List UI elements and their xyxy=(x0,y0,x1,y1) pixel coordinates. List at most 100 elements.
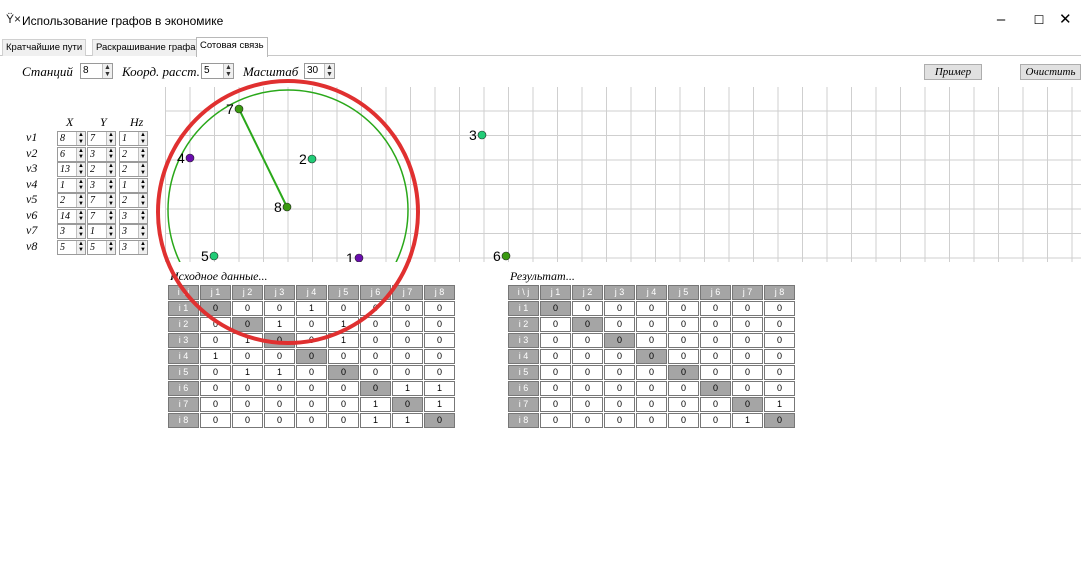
coord-x-stepper[interactable]: 2 ▲ ▼ xyxy=(57,193,86,208)
spin-arrows-icon[interactable]: ▲ ▼ xyxy=(76,240,85,254)
matrix-cell[interactable]: 0 xyxy=(700,397,731,412)
matrix-cell[interactable]: 0 xyxy=(732,349,763,364)
coord-x-stepper[interactable]: 5 ▲ ▼ xyxy=(57,239,86,255)
matrix-cell[interactable]: 0 xyxy=(200,397,231,412)
coord-hz-stepper[interactable]: 3 ▲ ▼ xyxy=(119,239,148,255)
matrix-cell[interactable]: 0 xyxy=(264,381,295,396)
matrix-cell[interactable]: 0 xyxy=(296,317,327,332)
matrix-cell[interactable]: 0 xyxy=(232,381,263,396)
matrix-cell[interactable]: 0 xyxy=(604,397,635,412)
spin-arrows-icon[interactable]: ▲ ▼ xyxy=(76,178,85,192)
spin-arrows-icon[interactable]: ▲ ▼ xyxy=(223,64,233,78)
spin-arrows-icon[interactable]: ▲ ▼ xyxy=(324,64,334,78)
matrix-cell[interactable]: 1 xyxy=(764,397,795,412)
matrix-cell[interactable]: 0 xyxy=(296,413,327,428)
matrix-cell[interactable]: 0 xyxy=(572,365,603,380)
spin-arrows-icon[interactable]: ▲ ▼ xyxy=(76,147,85,161)
matrix-cell[interactable]: 0 xyxy=(764,301,795,316)
matrix-cell[interactable]: 0 xyxy=(392,333,423,348)
matrix-cell[interactable]: 0 xyxy=(636,349,667,364)
matrix-cell[interactable]: 1 xyxy=(264,365,295,380)
matrix-cell[interactable]: 0 xyxy=(764,317,795,332)
matrix-cell[interactable]: 1 xyxy=(732,413,763,428)
matrix-cell[interactable]: 0 xyxy=(264,333,295,348)
matrix-cell[interactable]: 0 xyxy=(232,301,263,316)
minimize-button[interactable]: – xyxy=(983,6,1019,34)
matrix-cell[interactable]: 0 xyxy=(328,413,359,428)
matrix-cell[interactable]: 0 xyxy=(604,365,635,380)
matrix-cell[interactable]: 0 xyxy=(636,397,667,412)
matrix-cell[interactable]: 0 xyxy=(668,365,699,380)
matrix-cell[interactable]: 0 xyxy=(424,301,455,316)
clear-button[interactable]: Очистить xyxy=(1020,64,1081,80)
spin-arrows-icon[interactable]: ▲ ▼ xyxy=(138,178,147,192)
matrix-cell[interactable]: 1 xyxy=(296,301,327,316)
matrix-cell[interactable]: 1 xyxy=(328,317,359,332)
coord-x-stepper[interactable]: 3 ▲ ▼ xyxy=(57,224,86,239)
matrix-cell[interactable]: 0 xyxy=(392,349,423,364)
spin-arrows-icon[interactable]: ▲ ▼ xyxy=(106,178,115,192)
matrix-cell[interactable]: 0 xyxy=(296,349,327,364)
coord-y-stepper[interactable]: 7 ▲ ▼ xyxy=(87,193,116,208)
coord-hz-stepper[interactable]: 1 ▲ ▼ xyxy=(119,131,148,146)
matrix-cell[interactable]: 0 xyxy=(604,381,635,396)
matrix-cell[interactable]: 0 xyxy=(636,381,667,396)
matrix-cell[interactable]: 0 xyxy=(668,397,699,412)
matrix-cell[interactable]: 0 xyxy=(732,365,763,380)
matrix-cell[interactable]: 0 xyxy=(392,397,423,412)
matrix-cell[interactable]: 0 xyxy=(232,317,263,332)
spin-arrows-icon[interactable]: ▲ ▼ xyxy=(138,147,147,161)
spin-arrows-icon[interactable]: ▲ ▼ xyxy=(76,209,85,223)
matrix-cell[interactable]: 0 xyxy=(360,333,391,348)
matrix-cell[interactable]: 0 xyxy=(328,381,359,396)
matrix-cell[interactable]: 0 xyxy=(360,365,391,380)
spin-arrows-icon[interactable]: ▲ ▼ xyxy=(106,225,115,238)
matrix-cell[interactable]: 0 xyxy=(636,317,667,332)
coord-hz-stepper[interactable]: 1 ▲ ▼ xyxy=(119,177,148,193)
spin-arrows-icon[interactable]: ▲ ▼ xyxy=(138,240,147,254)
coord-hz-stepper[interactable]: 2 ▲ ▼ xyxy=(119,146,148,162)
matrix-cell[interactable]: 0 xyxy=(360,381,391,396)
spin-arrows-icon[interactable]: ▲ ▼ xyxy=(138,163,147,176)
matrix-cell[interactable]: 1 xyxy=(232,365,263,380)
matrix-cell[interactable]: 1 xyxy=(264,317,295,332)
spin-arrows-icon[interactable]: ▲ ▼ xyxy=(76,132,85,145)
spin-arrows-icon[interactable]: ▲ ▼ xyxy=(102,64,112,78)
matrix-cell[interactable]: 1 xyxy=(424,397,455,412)
tab-shortest-paths[interactable]: Кратчайшие пути xyxy=(2,39,87,56)
matrix-cell[interactable]: 0 xyxy=(392,365,423,380)
matrix-cell[interactable]: 0 xyxy=(668,333,699,348)
matrix-cell[interactable]: 0 xyxy=(732,333,763,348)
matrix-cell[interactable]: 0 xyxy=(700,317,731,332)
close-button[interactable]: ✕ xyxy=(1059,6,1081,34)
matrix-cell[interactable]: 1 xyxy=(360,413,391,428)
matrix-cell[interactable]: 0 xyxy=(764,349,795,364)
matrix-cell[interactable]: 0 xyxy=(732,381,763,396)
coord-y-stepper[interactable]: 5 ▲ ▼ xyxy=(87,239,116,255)
coord-x-stepper[interactable]: 14 ▲ ▼ xyxy=(57,208,86,224)
graph-node[interactable] xyxy=(185,153,195,163)
matrix-cell[interactable]: 0 xyxy=(604,349,635,364)
matrix-cell[interactable]: 0 xyxy=(700,301,731,316)
tab-graph-coloring[interactable]: Раскрашивание графа xyxy=(92,39,200,56)
spin-arrows-icon[interactable]: ▲ ▼ xyxy=(106,163,115,176)
spin-arrows-icon[interactable]: ▲ ▼ xyxy=(76,194,85,207)
matrix-cell[interactable]: 0 xyxy=(540,349,571,364)
coord-x-stepper[interactable]: 13 ▲ ▼ xyxy=(57,162,86,177)
spin-arrows-icon[interactable]: ▲ ▼ xyxy=(106,209,115,223)
matrix-cell[interactable]: 0 xyxy=(540,413,571,428)
coord-hz-stepper[interactable]: 3 ▲ ▼ xyxy=(119,208,148,224)
coord-x-stepper[interactable]: 6 ▲ ▼ xyxy=(57,146,86,162)
matrix-cell[interactable]: 0 xyxy=(572,397,603,412)
matrix-cell[interactable]: 0 xyxy=(424,333,455,348)
graph-node[interactable] xyxy=(501,251,511,261)
matrix-cell[interactable]: 0 xyxy=(604,333,635,348)
scale-stepper[interactable]: 30 ▲ ▼ xyxy=(304,63,335,79)
matrix-cell[interactable]: 0 xyxy=(700,381,731,396)
matrix-cell[interactable]: 0 xyxy=(540,381,571,396)
matrix-cell[interactable]: 0 xyxy=(264,397,295,412)
matrix-cell[interactable]: 0 xyxy=(604,317,635,332)
matrix-cell[interactable]: 0 xyxy=(636,301,667,316)
matrix-cell[interactable]: 0 xyxy=(328,349,359,364)
matrix-cell[interactable]: 0 xyxy=(200,381,231,396)
